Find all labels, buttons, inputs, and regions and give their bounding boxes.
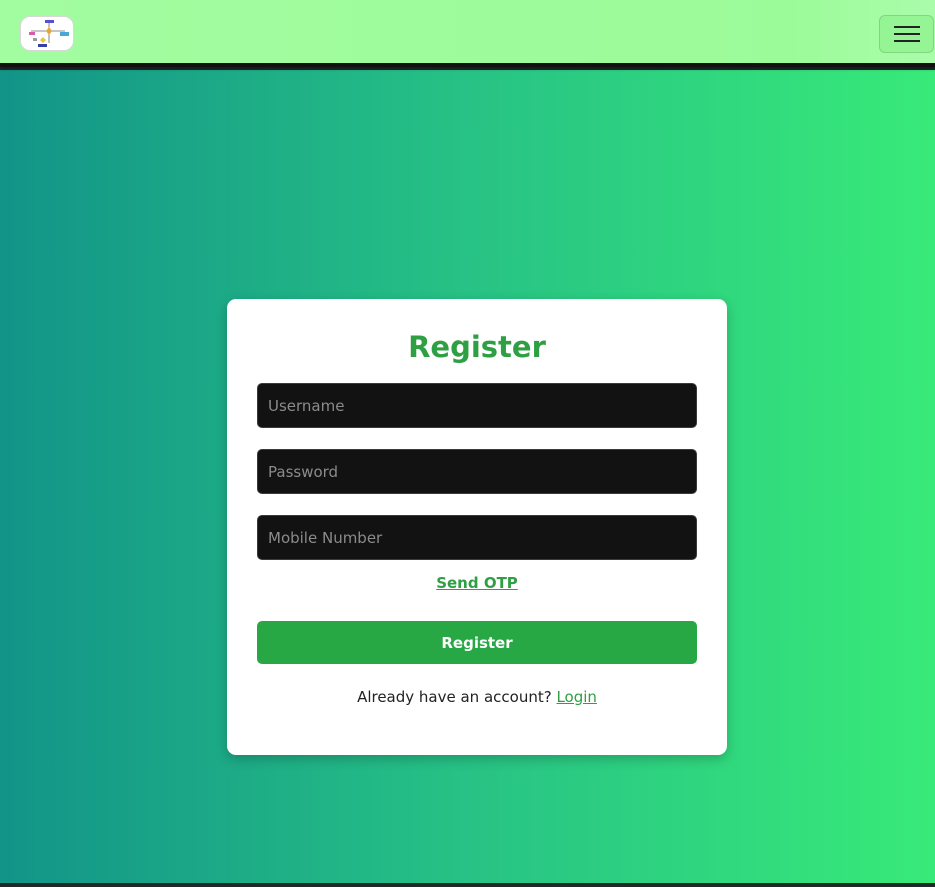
navbar [0, 0, 935, 67]
brand-logo[interactable] [20, 16, 74, 51]
register-title: Register [408, 330, 546, 364]
username-input[interactable] [257, 383, 697, 428]
register-button[interactable]: Register [257, 621, 697, 664]
password-input[interactable] [257, 449, 697, 494]
mobile-number-input[interactable] [257, 515, 697, 560]
bottom-border [0, 883, 935, 887]
navbar-toggler-button[interactable] [879, 15, 934, 53]
login-prompt: Already have an account? Login [227, 686, 727, 708]
login-link[interactable]: Login [556, 688, 596, 706]
login-prompt-text: Already have an account? [357, 688, 552, 706]
flowchart-logo-icon [29, 20, 69, 47]
hamburger-menu-icon [894, 26, 920, 42]
send-otp-link[interactable]: Send OTP [227, 572, 727, 594]
register-card: Register Send OTP Register Already have … [227, 299, 727, 755]
